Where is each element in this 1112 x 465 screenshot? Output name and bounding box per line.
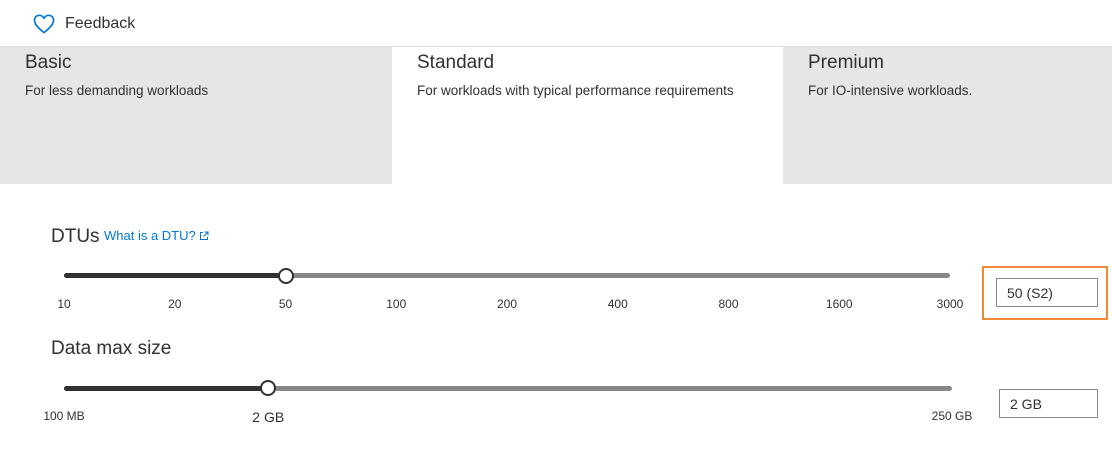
tier-description: For less demanding workloads bbox=[25, 83, 209, 98]
dtu-tick-label: 100 bbox=[386, 297, 407, 311]
heart-icon bbox=[33, 14, 55, 34]
dtu-slider-fill bbox=[64, 273, 286, 278]
dtu-tick-label: 20 bbox=[168, 297, 182, 311]
dtu-value-input[interactable]: 50 (S2) bbox=[996, 278, 1098, 307]
dtu-tick-label: 200 bbox=[496, 297, 518, 311]
tier-title: Premium bbox=[808, 52, 885, 73]
feedback-button[interactable]: Feedback bbox=[33, 14, 135, 34]
size-max-label: 250 GB bbox=[931, 409, 973, 423]
tier-description: For IO-intensive workloads. bbox=[808, 83, 973, 98]
data-max-size-label: Data max size bbox=[51, 338, 172, 359]
tier-basic[interactable]: Basic For less demanding workloads bbox=[0, 47, 392, 184]
what-is-dtu-link-text: What is a DTU? bbox=[104, 228, 196, 243]
dtu-tick-label: 10 bbox=[57, 297, 71, 311]
what-is-dtu-link[interactable]: What is a DTU? bbox=[104, 228, 209, 244]
dtu-slider-thumb[interactable] bbox=[277, 268, 294, 284]
feedback-label: Feedback bbox=[65, 15, 136, 32]
tier-standard[interactable]: Standard For workloads with typical perf… bbox=[392, 47, 783, 184]
dtu-tick-label: 3000 bbox=[936, 297, 964, 311]
top-bar: Feedback bbox=[0, 0, 1112, 47]
tier-description: For workloads with typical performance r… bbox=[417, 83, 734, 98]
dtu-label: DTUs bbox=[51, 226, 100, 247]
dtu-tick-label: 800 bbox=[718, 297, 739, 311]
dtu-tick-label: 400 bbox=[607, 297, 628, 311]
tier-title: Basic bbox=[25, 52, 72, 73]
tier-title: Standard bbox=[417, 52, 495, 73]
dtu-tick-label: 1600 bbox=[825, 297, 853, 311]
size-slider-fill bbox=[64, 386, 269, 391]
tier-premium[interactable]: Premium For IO-intensive workloads. bbox=[783, 47, 1112, 184]
dtu-tick-label: 50 bbox=[278, 297, 293, 311]
size-min-label: 100 MB bbox=[43, 409, 85, 423]
size-slider-thumb[interactable] bbox=[260, 380, 277, 396]
external-link-icon bbox=[199, 229, 209, 244]
size-value-input[interactable]: 2 GB bbox=[999, 389, 1098, 418]
size-current-label: 2 GB bbox=[252, 409, 285, 425]
